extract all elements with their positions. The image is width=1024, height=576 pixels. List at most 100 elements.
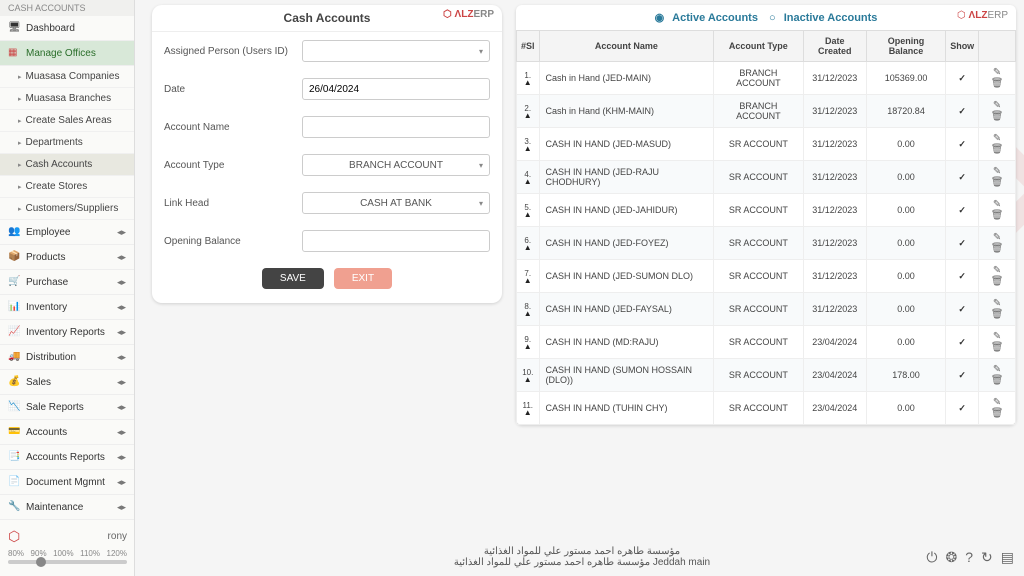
- col-header[interactable]: Opening Balance: [866, 31, 945, 62]
- nav-item[interactable]: 💳Accounts◂▸: [0, 420, 134, 445]
- chevron-icon: ◂▸: [117, 252, 126, 263]
- nav-icon: 👥: [8, 226, 20, 238]
- select-account-type[interactable]: BRANCH ACCOUNT: [302, 154, 490, 176]
- select-link-head[interactable]: CASH AT BANK: [302, 192, 490, 214]
- edit-icon[interactable]: ✎: [993, 100, 1001, 111]
- cell-balance: 0.00: [866, 161, 945, 194]
- sub-item[interactable]: ▸Customers/Suppliers: [0, 198, 134, 220]
- edit-icon[interactable]: ✎: [993, 265, 1001, 276]
- delete-icon[interactable]: 🗑: [991, 375, 1004, 386]
- nav-item[interactable]: 📄Document Mgmnt◂▸: [0, 470, 134, 495]
- help-icon[interactable]: ?: [965, 549, 973, 566]
- table-row[interactable]: 9.CASH IN HAND (MD:RAJU)SR ACCOUNT23/04/…: [517, 326, 1016, 359]
- table-row[interactable]: 11.CASH IN HAND (TUHIN CHY)SR ACCOUNT23/…: [517, 392, 1016, 425]
- delete-icon[interactable]: 🗑: [991, 276, 1004, 287]
- nav-item[interactable]: 👥Employee◂▸: [0, 220, 134, 245]
- cell-sl: 2.: [517, 95, 540, 128]
- nav-item[interactable]: 🛒Purchase◂▸: [0, 270, 134, 295]
- edit-icon[interactable]: ✎: [993, 133, 1001, 144]
- delete-icon[interactable]: 🗑: [991, 210, 1004, 221]
- slider-thumb[interactable]: [36, 557, 46, 567]
- cell-sl: 10.: [517, 359, 540, 392]
- delete-icon[interactable]: 🗑: [991, 78, 1004, 89]
- nav-item[interactable]: 📦Products◂▸: [0, 245, 134, 270]
- nav-dashboard[interactable]: 🖥 Dashboard: [0, 16, 134, 41]
- nav-icon: 📊: [8, 301, 20, 313]
- sub-item[interactable]: ▸Create Sales Areas: [0, 110, 134, 132]
- sub-item[interactable]: ▸Muasasa Companies: [0, 66, 134, 88]
- delete-icon[interactable]: 🗑: [991, 177, 1004, 188]
- nav-item[interactable]: 💰Sales◂▸: [0, 370, 134, 395]
- cell-name: CASH IN HAND (JED-FOYEZ): [539, 227, 714, 260]
- sub-item[interactable]: ▸Muasasa Branches: [0, 88, 134, 110]
- delete-icon[interactable]: 🗑: [991, 309, 1004, 320]
- radio-inactive-icon[interactable]: ○: [769, 12, 776, 24]
- check-icon: ✓: [958, 106, 966, 116]
- cell-type: SR ACCOUNT: [714, 359, 803, 392]
- save-button[interactable]: SAVE: [262, 268, 324, 289]
- delete-icon[interactable]: 🗑: [991, 408, 1004, 419]
- nav-item[interactable]: 🚚Distribution◂▸: [0, 345, 134, 370]
- radio-active-icon[interactable]: ◉: [655, 12, 665, 24]
- table-row[interactable]: 1.Cash in Hand (JED-MAIN)BRANCH ACCOUNT3…: [517, 62, 1016, 95]
- exit-button[interactable]: EXIT: [334, 268, 392, 289]
- delete-icon[interactable]: 🗑: [991, 144, 1004, 155]
- username: rony: [108, 531, 127, 542]
- delete-icon[interactable]: 🗑: [991, 243, 1004, 254]
- edit-icon[interactable]: ✎: [993, 298, 1001, 309]
- table-row[interactable]: 7.CASH IN HAND (JED-SUMON DLO)SR ACCOUNT…: [517, 260, 1016, 293]
- edit-icon[interactable]: ✎: [993, 67, 1001, 78]
- table-row[interactable]: 5.CASH IN HAND (JED-JAHIDUR)SR ACCOUNT31…: [517, 194, 1016, 227]
- zoom-slider[interactable]: [8, 560, 127, 564]
- delete-icon[interactable]: 🗑: [991, 111, 1004, 122]
- globe-icon[interactable]: ❂: [946, 549, 958, 566]
- edit-icon[interactable]: ✎: [993, 397, 1001, 408]
- delete-icon[interactable]: 🗑: [991, 342, 1004, 353]
- cell-show: ✓: [946, 359, 979, 392]
- cell-name: CASH IN HAND (JED-FAYSAL): [539, 293, 714, 326]
- cell-date: 23/04/2024: [803, 359, 866, 392]
- chevron-icon: ◂▸: [117, 427, 126, 438]
- input-date[interactable]: [302, 78, 490, 100]
- col-header[interactable]: Show: [946, 31, 979, 62]
- col-header[interactable]: Date Created: [803, 31, 866, 62]
- sub-item[interactable]: ▸Departments: [0, 132, 134, 154]
- edit-icon[interactable]: ✎: [993, 166, 1001, 177]
- nav-item[interactable]: 📈Inventory Reports◂▸: [0, 320, 134, 345]
- cell-type: SR ACCOUNT: [714, 194, 803, 227]
- cell-date: 31/12/2023: [803, 95, 866, 128]
- cell-name: Cash in Hand (JED-MAIN): [539, 62, 714, 95]
- cell-balance: 0.00: [866, 194, 945, 227]
- nav-item[interactable]: 📑Accounts Reports◂▸: [0, 445, 134, 470]
- col-header[interactable]: Account Name: [539, 31, 714, 62]
- cell-balance: 178.00: [866, 359, 945, 392]
- power-icon[interactable]: ⏻: [926, 549, 937, 566]
- menu-icon[interactable]: ▤: [1001, 549, 1014, 566]
- nav-manage-offices[interactable]: ▦ Manage Offices: [0, 41, 134, 66]
- check-icon: ✓: [958, 337, 966, 347]
- table-row[interactable]: 6.CASH IN HAND (JED-FOYEZ)SR ACCOUNT31/1…: [517, 227, 1016, 260]
- edit-icon[interactable]: ✎: [993, 331, 1001, 342]
- table-row[interactable]: 8.CASH IN HAND (JED-FAYSAL)SR ACCOUNT31/…: [517, 293, 1016, 326]
- chevron-icon: ◂▸: [117, 352, 126, 363]
- col-header[interactable]: #Sl: [517, 31, 540, 62]
- table-row[interactable]: 3.CASH IN HAND (JED-MASUD)SR ACCOUNT31/1…: [517, 128, 1016, 161]
- col-header[interactable]: Account Type: [714, 31, 803, 62]
- nav-item[interactable]: 📊Inventory◂▸: [0, 295, 134, 320]
- refresh-icon[interactable]: ↻: [981, 549, 993, 566]
- table-row[interactable]: 4.CASH IN HAND (JED-RAJU CHODHURY)SR ACC…: [517, 161, 1016, 194]
- nav-item[interactable]: 🔧Maintenance◂▸: [0, 495, 134, 520]
- nav-item[interactable]: 📉Sale Reports◂▸: [0, 395, 134, 420]
- table-row[interactable]: 2.Cash in Hand (KHM-MAIN)BRANCH ACCOUNT3…: [517, 95, 1016, 128]
- cell-date: 31/12/2023: [803, 293, 866, 326]
- input-assigned[interactable]: [302, 40, 490, 62]
- sub-item[interactable]: ▸Create Stores: [0, 176, 134, 198]
- edit-icon[interactable]: ✎: [993, 232, 1001, 243]
- account-filter-radios[interactable]: ◉Active Accounts ○Inactive Accounts: [651, 11, 882, 24]
- edit-icon[interactable]: ✎: [993, 199, 1001, 210]
- table-row[interactable]: 10.CASH IN HAND (SUMON HOSSAIN (DLO))SR …: [517, 359, 1016, 392]
- input-opening[interactable]: [302, 230, 490, 252]
- input-account-name[interactable]: [302, 116, 490, 138]
- sub-item[interactable]: ▸Cash Accounts: [0, 154, 134, 176]
- edit-icon[interactable]: ✎: [993, 364, 1001, 375]
